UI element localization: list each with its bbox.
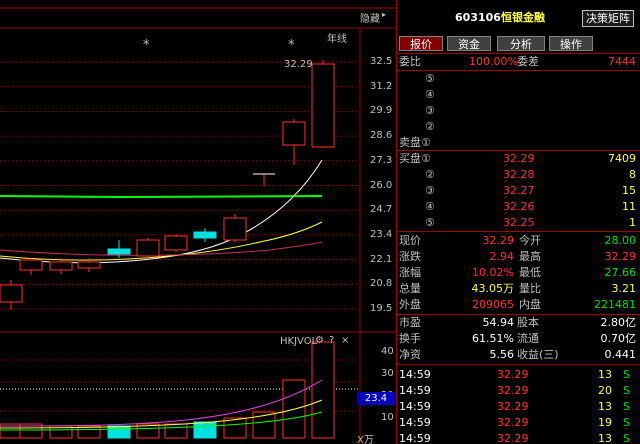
ma-line-green (0, 195, 323, 199)
indicator-name[interactable]: HKJVOL (280, 336, 317, 347)
price-axis-label: 23.4 (370, 228, 393, 240)
price-axis-label: 32.5 (370, 56, 393, 67)
tab-funds[interactable]: 资金 (447, 36, 491, 51)
volume-axis-label: 10 (381, 412, 394, 423)
high-price-label: 32.29 (284, 59, 313, 70)
candle-body (0, 284, 23, 303)
candle-body (77, 261, 101, 269)
tick-trade-row: 14:59 32.29 13 S (399, 400, 630, 413)
fundamental-row: 净资 5.56 收益(三) 0.441 (399, 348, 636, 361)
tab-quote[interactable]: 报价 (399, 36, 443, 51)
tick-trade-row: 14:59 32.29 19 S (399, 416, 630, 429)
volume-bar (193, 421, 217, 439)
candle-body (282, 121, 306, 146)
ask-level-row[interactable]: ② (397, 119, 640, 135)
tick-trade-row: 14:59 32.29 20 S (399, 384, 630, 397)
ask-level-row[interactable]: ④ (397, 87, 640, 103)
bid-level-row[interactable]: ② 32.28 8 (397, 167, 640, 183)
quote-stat-row: 涨幅 10.02% 最低 27.66 (399, 266, 636, 279)
volume-current-value: 23.4 (357, 392, 395, 405)
ma-line-yellow (0, 221, 323, 261)
tab-analysis[interactable]: 分析 (497, 36, 545, 51)
star-mark: * (143, 38, 150, 53)
candle-body (107, 248, 131, 255)
price-axis-label: 26.0 (370, 179, 393, 191)
ask-level-row[interactable]: 卖盘① (397, 135, 640, 151)
bid-level-row[interactable]: ⑤ 32.25 1 (397, 215, 640, 231)
stock-name: 恒银金融 (501, 11, 545, 24)
volume-bar (107, 425, 131, 439)
quote-panel: 603106 恒银金融 决策矩阵 报价 资金 分析 操作 委比 100.00% 委… (396, 0, 640, 444)
volume-bar (311, 341, 335, 439)
dropdown-icon[interactable]: ▸ (382, 10, 386, 19)
volume-axis-label: 30 (381, 368, 394, 379)
kline-chart-svg[interactable] (0, 0, 396, 444)
bid-level-row[interactable]: ③ 32.27 15 (397, 183, 640, 199)
quote-stat-row: 现价 32.29 今开 28.00 (399, 234, 636, 247)
period-label: 年线 (327, 34, 347, 45)
tick-trade-row: 14:59 32.29 13 S (399, 432, 630, 444)
commission-row: 委比 100.00% 委差 7444 (399, 55, 636, 68)
bid-level-row[interactable]: 买盘① 32.29 7409 (397, 151, 640, 167)
price-axis-label: 20.8 (370, 278, 393, 290)
price-axis-label: 27.3 (370, 154, 393, 166)
price-axis-label: 31.2 (370, 80, 393, 92)
fundamental-row: 市盈 54.94 股本 2.80亿 (399, 316, 636, 329)
settings-icon[interactable]: ⚙ (315, 335, 324, 346)
ma-line-white (0, 159, 323, 264)
price-axis-label: 24.7 (370, 204, 393, 216)
ma-line-maroon (0, 241, 323, 256)
help-icon[interactable]: ? (329, 335, 334, 346)
price-axis-label: 28.6 (370, 130, 393, 142)
kline-chart-pane[interactable]: 隐藏 ▸ 年线 * * 32.29 32.5 31.2 29.9 28.6 27.3 26… (0, 0, 396, 444)
tick-trade-row: 14:59 32.29 13 S (399, 368, 630, 381)
ask-level-row[interactable]: ⑤ (397, 71, 640, 87)
candle-body (49, 261, 73, 271)
candle-body (164, 235, 188, 251)
candle-body (136, 239, 160, 257)
bid-level-row[interactable]: ④ 32.26 11 (397, 199, 640, 215)
tab-operation[interactable]: 操作 (549, 36, 593, 51)
fundamental-row: 换手 61.51% 流通 0.70亿 (399, 332, 636, 345)
candle-body (223, 217, 247, 241)
quote-stat-row: 总量 43.05万 量比 3.21 (399, 282, 636, 295)
decision-matrix-button[interactable]: 决策矩阵 (582, 10, 634, 27)
candle-body (311, 63, 335, 148)
hide-button[interactable]: 隐藏 (360, 10, 380, 25)
close-icon[interactable]: × (341, 335, 349, 346)
price-axis-label: 19.5 (370, 303, 393, 314)
ask-level-row[interactable]: ③ (397, 103, 640, 119)
price-axis-label: 22.1 (370, 253, 393, 265)
quote-stat-row: 涨跌 2.94 最高 32.29 (399, 250, 636, 263)
volume-bar (164, 423, 188, 439)
volume-unit: X万 (357, 435, 374, 444)
candle-body (193, 231, 217, 239)
price-axis-label: 29.9 (370, 105, 393, 117)
candle-body (19, 259, 43, 271)
volume-axis-label: 40 (381, 346, 394, 357)
quote-stat-row: 外盘 209065 内盘 221481 (399, 298, 636, 311)
star-mark: * (288, 38, 295, 53)
